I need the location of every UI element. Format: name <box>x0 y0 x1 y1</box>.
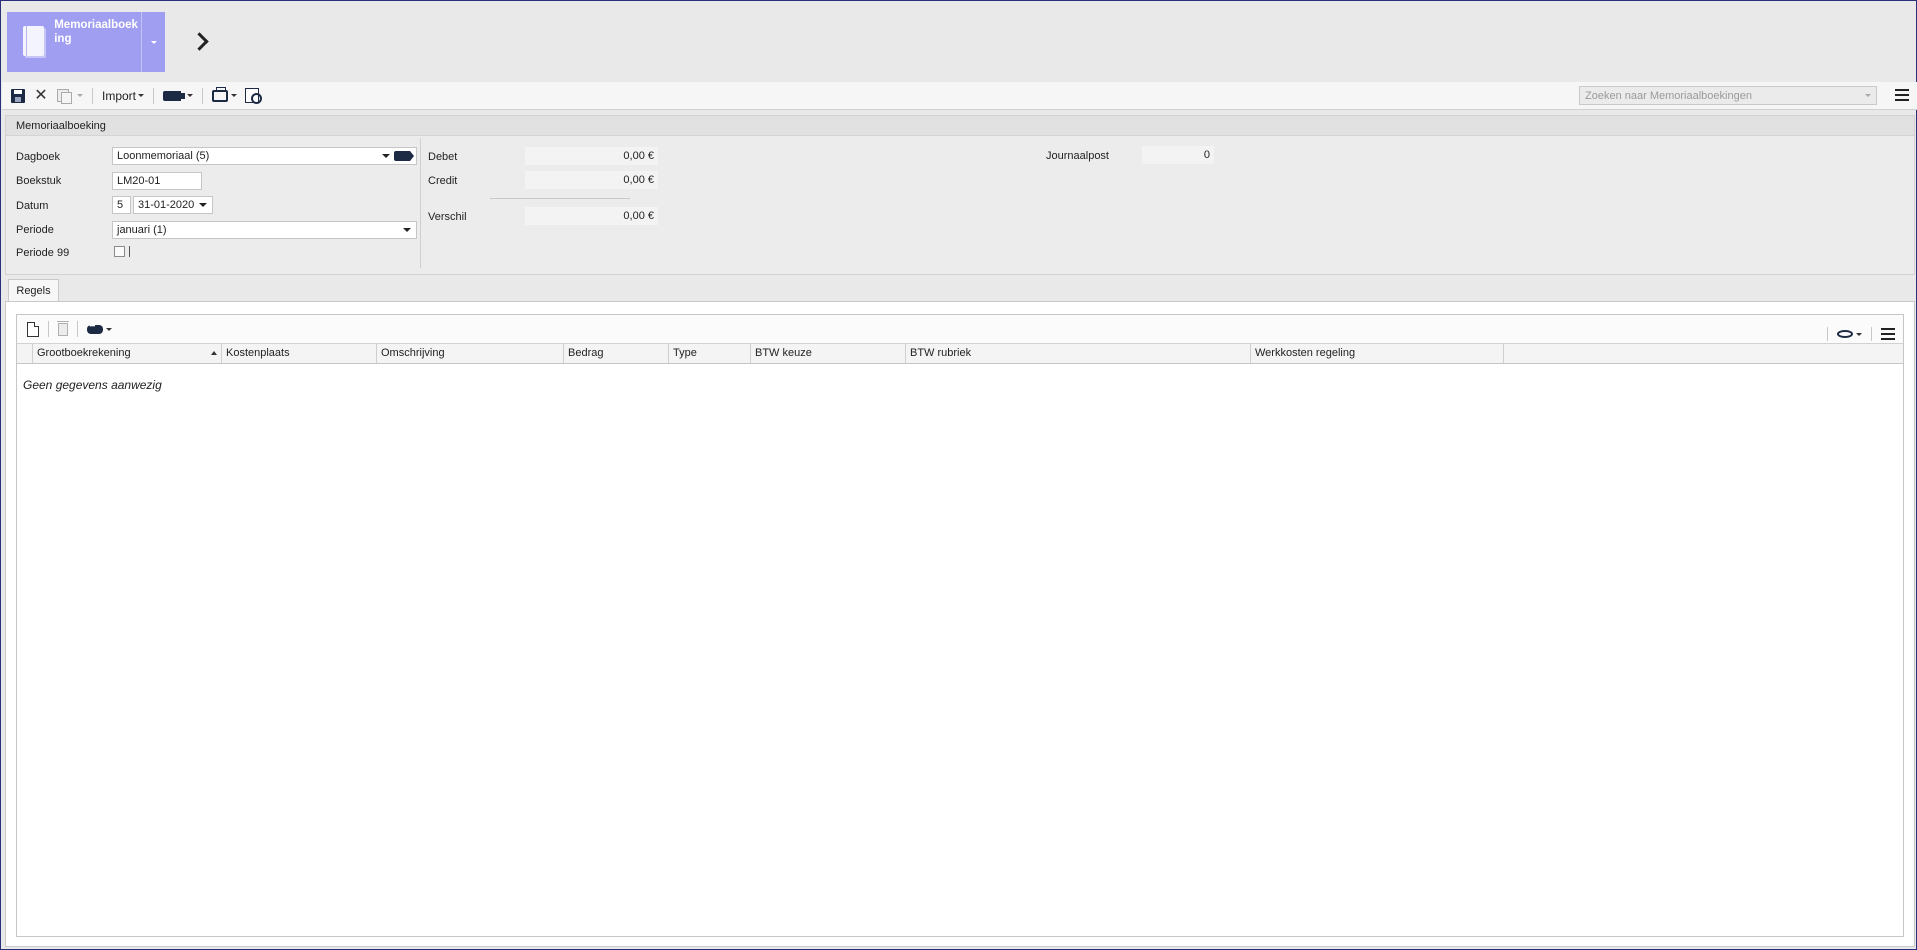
column-header-omschrijving[interactable]: Omschrijving <box>377 344 564 363</box>
new-document-icon <box>27 321 39 337</box>
grid-toolbar <box>17 315 1903 344</box>
caret-down-icon <box>1856 332 1862 336</box>
menu-icon[interactable] <box>1895 89 1909 101</box>
tab-regels[interactable]: Regels <box>8 279 59 302</box>
panel-divider <box>420 138 421 268</box>
credit-label: Credit <box>428 175 458 187</box>
toolbar-divider <box>1827 327 1828 341</box>
credit-value: 0,00 € <box>525 171 658 189</box>
caret-down-icon <box>106 327 112 331</box>
journaalpost-value: 0 <box>1142 146 1214 164</box>
search-input[interactable]: Zoeken naar Memoriaalboekingen <box>1579 86 1877 105</box>
search-placeholder: Zoeken naar Memoriaalboekingen <box>1585 89 1752 102</box>
caret-down-icon <box>1865 94 1871 97</box>
chevron-right-icon[interactable] <box>191 30 213 52</box>
print-preview-button[interactable] <box>241 85 263 107</box>
import-button[interactable]: Import <box>98 85 148 107</box>
datum-label: Datum <box>16 200 49 212</box>
datum-date-field[interactable]: 31-01-2020 <box>133 196 213 214</box>
column-header-bedrag[interactable]: Bedrag <box>564 344 669 363</box>
delete-row-button[interactable] <box>54 318 72 340</box>
caret-down-icon <box>187 94 194 97</box>
column-header-type[interactable]: Type <box>669 344 751 363</box>
import-label: Import <box>102 88 137 103</box>
save-icon <box>11 88 25 103</box>
grid-toolbar-right <box>1822 323 1895 345</box>
totals-divider <box>490 198 630 199</box>
grid-header: Grootboekrekening Kostenplaats Omschrijv… <box>17 344 1903 364</box>
caret-down-icon <box>403 228 411 232</box>
caret-down-icon <box>77 94 83 97</box>
book-icon <box>23 26 45 56</box>
column-header-kostenplaats[interactable]: Kostenplaats <box>222 344 377 363</box>
caret-down-icon <box>231 94 238 97</box>
column-header-grootboekrekening[interactable]: Grootboekrekening <box>33 344 222 363</box>
window-frame: Memoriaalboeking ✕ Import Zoeken naar Me… <box>0 0 1917 950</box>
print-button[interactable] <box>208 85 241 107</box>
dagboek-select[interactable]: Loonmemoriaal (5) <box>112 147 417 165</box>
printer-icon <box>212 86 229 102</box>
module-tile-main[interactable]: Memoriaalboeking <box>7 12 141 72</box>
toolbar-divider <box>1871 327 1872 341</box>
caret-down-icon <box>150 40 157 44</box>
regels-tab-content: Grootboekrekening Kostenplaats Omschrijv… <box>5 301 1915 947</box>
app-header: Memoriaalboeking <box>1 1 1916 81</box>
regels-grid: Grootboekrekening Kostenplaats Omschrijv… <box>16 314 1904 937</box>
label-icon <box>163 90 186 101</box>
main-toolbar: ✕ Import Zoeken naar Memoriaalboekingen <box>2 82 1917 110</box>
toolbar-divider <box>202 87 204 104</box>
dagboek-value: Loonmemoriaal (5) <box>117 150 210 162</box>
empty-grid-message: Geen gegevens aanwezig <box>23 378 162 392</box>
panel-title: Memoriaalboeking <box>6 116 1914 136</box>
eye-icon <box>1837 330 1853 338</box>
periode-value: januari (1) <box>117 224 167 236</box>
periode99-checkbox[interactable] <box>114 246 125 257</box>
print-preview-icon <box>245 88 263 104</box>
sort-ascending-icon <box>211 351 217 355</box>
toolbar-divider <box>77 321 78 337</box>
more-actions-button[interactable] <box>83 318 116 340</box>
toolbar-divider <box>48 321 49 337</box>
periode-label: Periode <box>16 224 54 236</box>
boekstuk-label: Boekstuk <box>16 175 62 187</box>
periode99-label: Periode 99 <box>16 247 70 259</box>
toolbar-divider <box>92 87 93 104</box>
save-button[interactable] <box>7 85 29 107</box>
journaalpost-label: Journaalpost <box>1046 150 1109 162</box>
more-icon <box>87 321 103 334</box>
column-header-btw-keuze[interactable]: BTW keuze <box>751 344 906 363</box>
row-selector-header <box>17 344 33 363</box>
periode-select[interactable]: januari (1) <box>112 221 417 239</box>
module-tile[interactable]: Memoriaalboeking <box>7 12 165 72</box>
boekstuk-field[interactable]: LM20-01 <box>112 172 202 190</box>
datum-day-field[interactable]: 5 <box>112 196 131 214</box>
module-dropdown-button[interactable] <box>141 12 165 72</box>
debet-label: Debet <box>428 151 458 163</box>
column-header-btw-rubriek[interactable]: BTW rubriek <box>906 344 1251 363</box>
trash-icon <box>57 320 69 336</box>
memoriaalboeking-panel: Memoriaalboeking Dagboek Loonmemoriaal (… <box>5 115 1915 275</box>
discard-button[interactable]: ✕ <box>29 85 53 107</box>
debet-value: 0,00 € <box>525 147 658 165</box>
copy-icon <box>57 89 72 104</box>
caret-down-icon <box>382 154 390 158</box>
module-title: Memoriaalboeking <box>54 19 138 45</box>
label-button[interactable] <box>159 85 197 107</box>
discard-icon: ✕ <box>34 86 48 104</box>
caret-down-icon <box>138 94 145 97</box>
view-options-button[interactable] <box>1833 323 1866 345</box>
grid-menu-icon[interactable] <box>1881 328 1895 340</box>
column-header-werkkosten-regeling[interactable]: Werkkosten regeling <box>1251 344 1504 363</box>
verschil-value: 0,00 € <box>525 207 658 225</box>
verschil-label: Verschil <box>428 211 467 223</box>
caret-down-icon <box>199 203 207 207</box>
column-label: Grootboekrekening <box>37 347 131 359</box>
datum-date-value: 31-01-2020 <box>138 199 195 211</box>
new-row-button[interactable] <box>23 318 43 340</box>
copy-button[interactable] <box>53 85 87 107</box>
tag-icon[interactable] <box>394 151 414 161</box>
toolbar-divider <box>153 87 155 104</box>
checkbox-divider <box>129 246 130 257</box>
dagboek-label: Dagboek <box>16 151 61 163</box>
